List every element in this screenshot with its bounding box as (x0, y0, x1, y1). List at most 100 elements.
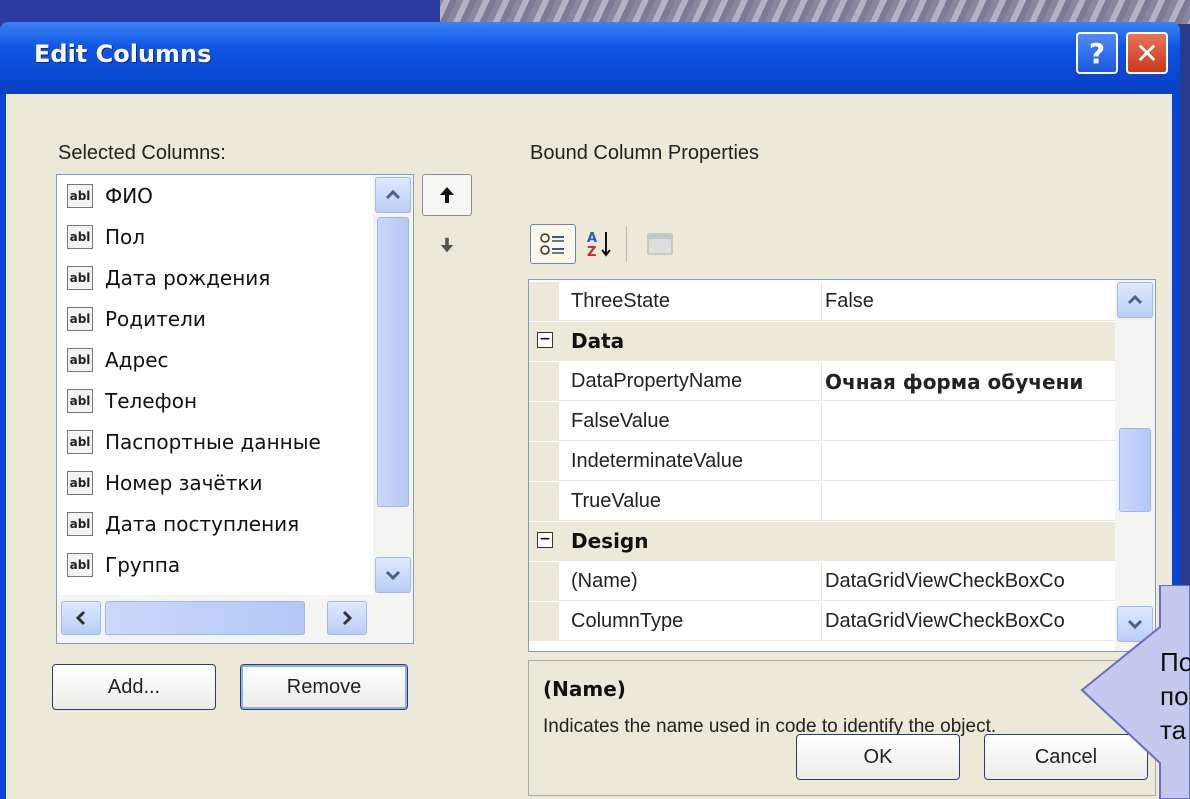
categorized-icon (540, 233, 564, 255)
list-item[interactable]: abl ФИО (67, 181, 153, 211)
move-up-button[interactable] (422, 174, 472, 216)
alphabetical-view-button[interactable]: A Z (582, 224, 618, 264)
chevron-right-icon (342, 610, 352, 626)
chevron-up-icon (385, 190, 401, 200)
property-value[interactable]: False (825, 290, 874, 313)
scroll-down-button[interactable] (375, 557, 411, 593)
list-item-label: Телефон (105, 389, 198, 413)
list-item[interactable]: abl Пол (67, 222, 145, 252)
category-label: Design (571, 529, 649, 553)
list-item-label: Пол (105, 225, 146, 249)
background-corner (0, 0, 440, 24)
property-name: IndeterminateValue (571, 450, 743, 472)
list-item[interactable]: abl Группа (67, 550, 180, 580)
column-separator (821, 602, 822, 640)
list-item-label: Номер зачётки (105, 471, 263, 495)
scroll-left-button[interactable] (61, 601, 101, 635)
ok-button[interactable]: OK (796, 734, 960, 780)
categorized-view-button[interactable] (530, 224, 576, 264)
property-name: FalseValue (571, 410, 670, 432)
property-pages-icon (647, 233, 673, 255)
toolbar-separator (626, 226, 627, 262)
property-name: ThreeState (571, 290, 670, 312)
textbox-column-icon: abl (67, 225, 93, 249)
property-value[interactable]: DataGridViewCheckBoxCo (825, 610, 1065, 633)
property-row[interactable]: FalseValue (529, 402, 1115, 441)
chevron-up-icon (1127, 295, 1143, 305)
property-category[interactable]: − Data (529, 322, 1115, 361)
move-down-button[interactable] (422, 224, 472, 266)
list-item[interactable]: abl Родители (67, 304, 206, 334)
list-item[interactable]: abl Телефон (67, 386, 197, 416)
list-item[interactable]: abl Дата поступления (67, 509, 299, 539)
list-item[interactable]: abl Адрес (67, 345, 169, 375)
row-margin (529, 282, 559, 320)
property-row[interactable]: IndeterminateValue (529, 442, 1115, 481)
grid-scroll-thumb[interactable] (1119, 428, 1151, 512)
hscroll-thumb[interactable] (105, 601, 305, 635)
property-grid[interactable]: ThreeState False − Data DataPropertyName Очна… (528, 279, 1156, 652)
title-bar[interactable]: Edit Columns ? ✕ (0, 22, 1180, 94)
property-row[interactable]: ThreeState False (529, 282, 1115, 321)
property-value[interactable]: DataGridViewCheckBoxCo (825, 570, 1065, 593)
callout-line: по (1160, 681, 1189, 711)
close-button[interactable]: ✕ (1126, 32, 1168, 74)
row-margin (529, 562, 559, 600)
column-separator (821, 362, 822, 400)
arrow-down-icon (440, 237, 454, 253)
textbox-column-icon: abl (67, 389, 93, 413)
property-name: (Name) (571, 570, 638, 592)
list-item-label: Паспортные данные (105, 430, 321, 454)
column-separator (821, 482, 822, 520)
list-item[interactable]: abl Номер зачётки (67, 468, 262, 498)
scroll-up-button[interactable] (375, 177, 411, 213)
textbox-column-icon: abl (67, 430, 93, 454)
callout-line: По (1160, 647, 1190, 677)
property-name: TrueValue (571, 490, 662, 512)
property-name: DataPropertyName (571, 370, 743, 392)
list-item-label: ФИО (105, 184, 153, 208)
property-row[interactable]: TrueValue (529, 482, 1115, 521)
property-pages-button[interactable] (638, 224, 682, 264)
textbox-column-icon: abl (67, 348, 93, 372)
selected-columns-label: Selected Columns: (58, 142, 226, 164)
property-row[interactable]: DataPropertyName Очная форма обучени (529, 362, 1115, 401)
collapse-icon[interactable]: − (537, 332, 553, 348)
list-vertical-scrollbar[interactable] (373, 175, 413, 595)
callout-line: та (1160, 715, 1187, 745)
list-item-label: Дата поступления (105, 512, 300, 536)
list-item-label: Родители (105, 307, 206, 331)
property-row[interactable]: (Name) DataGridViewCheckBoxCo (529, 562, 1115, 601)
column-separator (821, 562, 822, 600)
property-name: ColumnType (571, 610, 684, 632)
textbox-column-icon: abl (67, 307, 93, 331)
textbox-column-icon: abl (67, 553, 93, 577)
svg-text:A: A (587, 231, 597, 246)
list-item[interactable]: abl Дата рождения (67, 263, 270, 293)
list-horizontal-scrollbar[interactable] (57, 595, 413, 643)
selected-columns-list[interactable]: abl ФИО abl Пол abl Дата рождения abl Родители a… (56, 174, 414, 644)
textbox-column-icon: abl (67, 184, 93, 208)
help-button[interactable]: ? (1076, 32, 1118, 74)
collapse-icon[interactable]: − (537, 532, 553, 548)
arrow-up-icon (440, 187, 454, 203)
remove-button[interactable]: Remove (240, 664, 408, 710)
dialog-client-area: Selected Columns: abl ФИО abl Пол abl Дата ро… (6, 94, 1172, 799)
row-margin (529, 362, 559, 400)
textbox-column-icon: abl (67, 266, 93, 290)
textbox-column-icon: abl (67, 512, 93, 536)
add-button[interactable]: Add... (52, 664, 216, 710)
column-separator (821, 402, 822, 440)
row-margin (529, 482, 559, 520)
description-title: (Name) (543, 677, 626, 701)
bound-column-properties-label: Bound Column Properties (530, 142, 760, 164)
scroll-thumb[interactable] (377, 217, 409, 507)
chevron-down-icon (385, 570, 401, 580)
property-category[interactable]: − Design (529, 522, 1115, 561)
property-row[interactable]: ColumnType DataGridViewCheckBoxCo (529, 602, 1115, 641)
column-separator (821, 282, 822, 320)
property-value[interactable]: Очная форма обучени (825, 370, 1083, 394)
grid-scroll-up-button[interactable] (1117, 282, 1153, 318)
list-item[interactable]: abl Паспортные данные (67, 427, 321, 457)
scroll-right-button[interactable] (327, 601, 367, 635)
